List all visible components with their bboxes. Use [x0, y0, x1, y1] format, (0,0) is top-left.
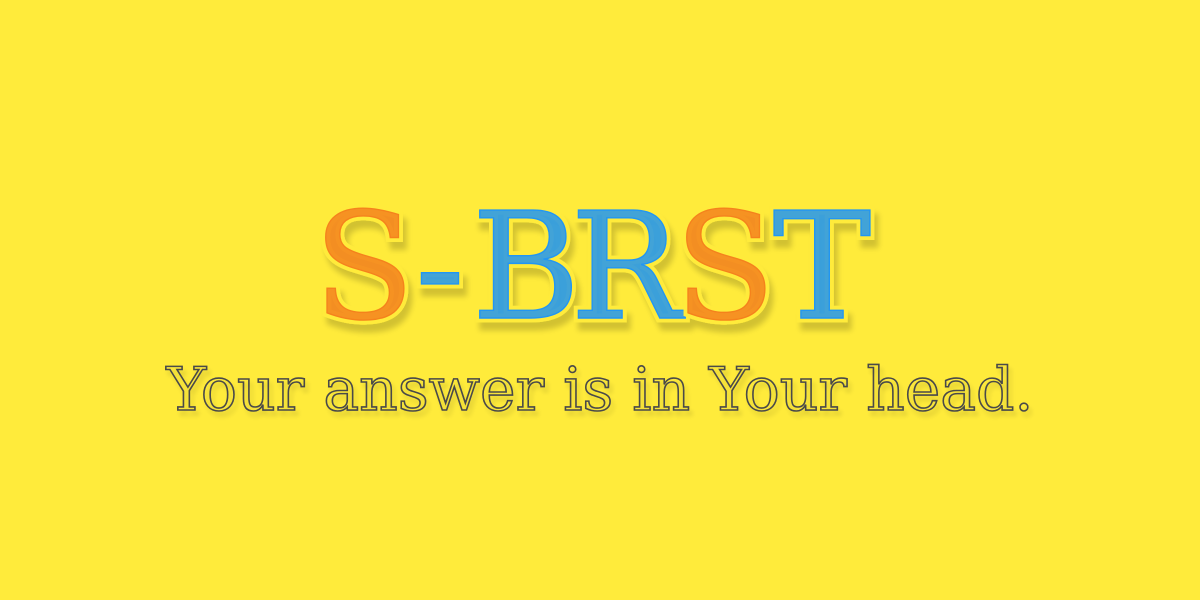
- logo-letter-outline-5: S: [674, 190, 775, 340]
- logo-svg: SSS --- BBBRRRSSSTTT: [309, 190, 876, 340]
- logo-letter-outline-3: B: [472, 190, 581, 340]
- logo-letter-outline-6: T: [773, 190, 872, 340]
- tagline: Your answer is in Your head.: [0, 350, 1200, 440]
- logo: SSS---BBBRRRSSSTTT: [0, 190, 1200, 340]
- logo-letter-outline-2: -: [415, 190, 465, 340]
- tagline-svg: Your answer is in Your head.: [165, 354, 1035, 426]
- logo-letter-outline-1: S: [313, 190, 414, 340]
- logo-letter-outline-4: R: [570, 190, 685, 340]
- tagline-text: Your answer is in Your head.: [165, 355, 1033, 425]
